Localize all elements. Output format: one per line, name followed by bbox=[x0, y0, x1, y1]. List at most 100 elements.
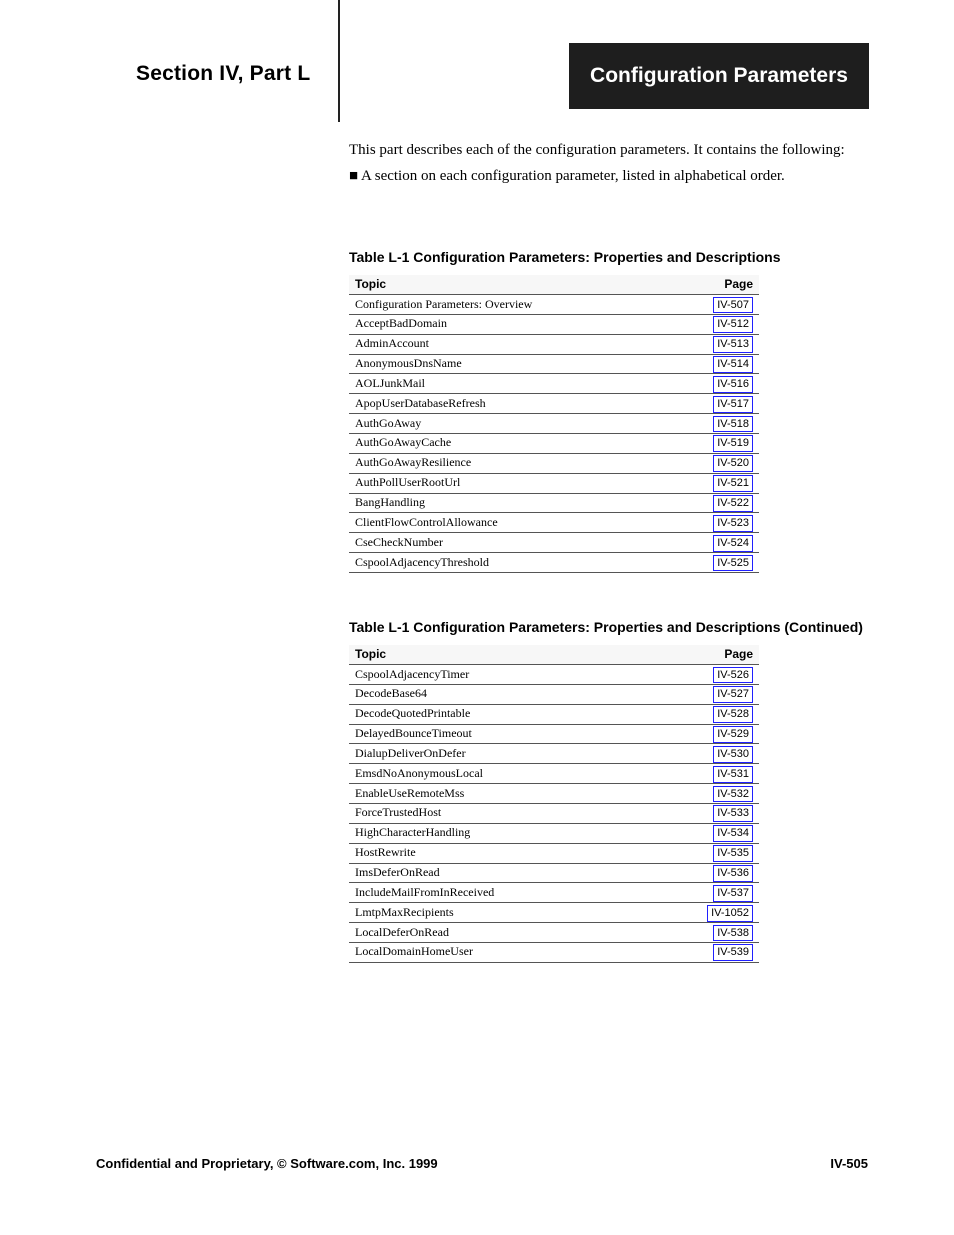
table-row: AOLJunkMail IV-516 bbox=[349, 374, 759, 394]
title-blackbox: Configuration Parameters bbox=[569, 43, 869, 109]
toc-page: IV-531 bbox=[687, 764, 759, 784]
page-link[interactable]: IV-538 bbox=[713, 925, 753, 942]
page-link[interactable]: IV-523 bbox=[713, 515, 753, 532]
table-row: LocalDeferOnRead IV-538 bbox=[349, 923, 759, 943]
page-link[interactable]: IV-514 bbox=[713, 356, 753, 373]
table-row: EnableUseRemoteMss IV-532 bbox=[349, 784, 759, 804]
table-row: AuthPollUserRootUrl IV-521 bbox=[349, 473, 759, 493]
toc-page: IV-521 bbox=[687, 473, 759, 493]
table-row: HighCharacterHandlingIV-534 bbox=[349, 823, 759, 843]
intro-line-1: This part describes each of the configur… bbox=[349, 140, 869, 160]
table-row: DialupDeliverOnDefer IV-530 bbox=[349, 744, 759, 764]
table-row: BangHandlingIV-522 bbox=[349, 493, 759, 513]
title-blackbox-text: Configuration Parameters bbox=[590, 63, 848, 88]
toc-topic: IncludeMailFromInReceived bbox=[349, 883, 687, 903]
page-link[interactable]: IV-516 bbox=[713, 376, 753, 393]
page-link[interactable]: IV-526 bbox=[713, 667, 753, 684]
toc-topic: DialupDeliverOnDefer bbox=[349, 744, 687, 764]
toc-topic: CspoolAdjacencyThreshold bbox=[349, 553, 687, 573]
page-link[interactable]: IV-524 bbox=[713, 535, 753, 552]
toc-page: IV-512 bbox=[687, 314, 759, 334]
table-row: IncludeMailFromInReceived IV-537 bbox=[349, 883, 759, 903]
toc-topic: AuthPollUserRootUrl bbox=[349, 473, 687, 493]
table-row: LocalDomainHomeUserIV-539 bbox=[349, 942, 759, 962]
toc-topic: Configuration Parameters: Overview bbox=[349, 295, 687, 315]
table-row: AuthGoAway IV-518 bbox=[349, 414, 759, 434]
toc-topic: DecodeQuotedPrintable bbox=[349, 704, 687, 724]
page-root: Section IV, Part L Configuration Paramet… bbox=[0, 0, 954, 1235]
toc-topic: ClientFlowControlAllowance bbox=[349, 513, 687, 533]
toc-col-page: Page bbox=[687, 275, 759, 295]
page-link[interactable]: IV-1052 bbox=[707, 905, 753, 922]
table-row: ClientFlowControlAllowance IV-523 bbox=[349, 513, 759, 533]
vertical-rule bbox=[338, 0, 340, 122]
page-link[interactable]: IV-536 bbox=[713, 865, 753, 882]
table-row: ForceTrustedHostIV-533 bbox=[349, 803, 759, 823]
table-row: DecodeQuotedPrintable IV-528 bbox=[349, 704, 759, 724]
table-row: DelayedBounceTimeout IV-529 bbox=[349, 724, 759, 744]
page-link[interactable]: IV-520 bbox=[713, 455, 753, 472]
page-link[interactable]: IV-534 bbox=[713, 825, 753, 842]
toc-page: IV-528 bbox=[687, 704, 759, 724]
toc-tbody-2: CspoolAdjacencyTimerIV-526DecodeBase64 IV… bbox=[349, 665, 759, 963]
page-link[interactable]: IV-533 bbox=[713, 805, 753, 822]
toc-page: IV-529 bbox=[687, 724, 759, 744]
toc-page: IV-530 bbox=[687, 744, 759, 764]
toc-page: IV-527 bbox=[687, 684, 759, 704]
page-link[interactable]: IV-517 bbox=[713, 396, 753, 413]
page-link[interactable]: IV-537 bbox=[713, 885, 753, 902]
toc-topic: DecodeBase64 bbox=[349, 684, 687, 704]
toc-page: IV-534 bbox=[687, 823, 759, 843]
toc-page: IV-518 bbox=[687, 414, 759, 434]
toc-topic: ApopUserDatabaseRefresh bbox=[349, 394, 687, 414]
table-row: ImsDeferOnRead IV-536 bbox=[349, 863, 759, 883]
toc-tbody-1: Configuration Parameters: Overview IV-507… bbox=[349, 295, 759, 573]
toc-title-1: Table L-1 Configuration Parameters: Prop… bbox=[349, 248, 869, 267]
toc-topic: AnonymousDnsName bbox=[349, 354, 687, 374]
page-link[interactable]: IV-513 bbox=[713, 336, 753, 353]
page-link[interactable]: IV-512 bbox=[713, 316, 753, 333]
table-row: CseCheckNumber IV-524 bbox=[349, 533, 759, 553]
page-link[interactable]: IV-519 bbox=[713, 435, 753, 452]
page-link[interactable]: IV-527 bbox=[713, 686, 753, 703]
page-link[interactable]: IV-507 bbox=[713, 297, 753, 314]
table-row: DecodeBase64 IV-527 bbox=[349, 684, 759, 704]
toc-page: IV-507 bbox=[687, 295, 759, 315]
toc-topic: CseCheckNumber bbox=[349, 533, 687, 553]
table-row: CspoolAdjacencyTimerIV-526 bbox=[349, 665, 759, 685]
toc-topic: LocalDeferOnRead bbox=[349, 923, 687, 943]
toc-topic: AOLJunkMail bbox=[349, 374, 687, 394]
toc-topic: ImsDeferOnRead bbox=[349, 863, 687, 883]
toc-block-1: Table L-1 Configuration Parameters: Prop… bbox=[349, 230, 869, 573]
table-row: CspoolAdjacencyThreshold IV-525 bbox=[349, 553, 759, 573]
page-link[interactable]: IV-529 bbox=[713, 726, 753, 743]
toc-page: IV-523 bbox=[687, 513, 759, 533]
toc-topic: AdminAccount bbox=[349, 334, 687, 354]
page-link[interactable]: IV-521 bbox=[713, 475, 753, 492]
page-link[interactable]: IV-535 bbox=[713, 845, 753, 862]
toc-page: IV-516 bbox=[687, 374, 759, 394]
page-link[interactable]: IV-522 bbox=[713, 495, 753, 512]
table-row: AuthGoAwayCacheIV-519 bbox=[349, 433, 759, 453]
toc-page: IV-525 bbox=[687, 553, 759, 573]
page-link[interactable]: IV-518 bbox=[713, 416, 753, 433]
table-row: AdminAccount IV-513 bbox=[349, 334, 759, 354]
toc-page: IV-1052 bbox=[687, 903, 759, 923]
page-link[interactable]: IV-539 bbox=[713, 944, 753, 961]
section-label: Section IV, Part L bbox=[136, 60, 310, 88]
toc-page: IV-519 bbox=[687, 433, 759, 453]
toc-topic: AcceptBadDomain bbox=[349, 314, 687, 334]
page-link[interactable]: IV-531 bbox=[713, 766, 753, 783]
page-link[interactable]: IV-525 bbox=[713, 555, 753, 572]
page-link[interactable]: IV-530 bbox=[713, 746, 753, 763]
toc-topic: AuthGoAwayResilience bbox=[349, 453, 687, 473]
page-link[interactable]: IV-528 bbox=[713, 706, 753, 723]
toc-page: IV-535 bbox=[687, 843, 759, 863]
toc-col-topic: Topic bbox=[349, 645, 687, 665]
toc-topic: DelayedBounceTimeout bbox=[349, 724, 687, 744]
toc-topic: AuthGoAway bbox=[349, 414, 687, 434]
page-link[interactable]: IV-532 bbox=[713, 786, 753, 803]
toc-page: IV-539 bbox=[687, 942, 759, 962]
toc-topic: EnableUseRemoteMss bbox=[349, 784, 687, 804]
toc-col-topic: Topic bbox=[349, 275, 687, 295]
